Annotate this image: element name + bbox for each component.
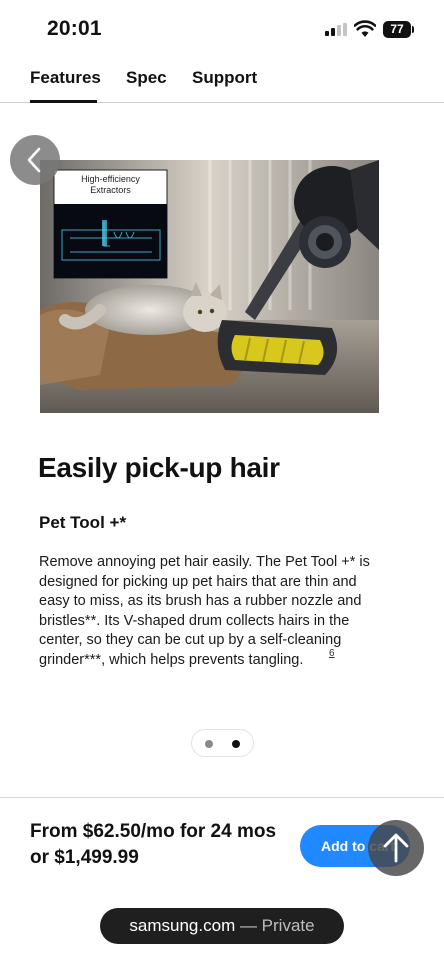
scroll-to-top-button[interactable] [368,820,424,876]
footnote-link[interactable]: 6 [329,648,335,659]
url-domain: samsung.com [129,916,240,935]
previous-slide-button[interactable] [10,135,60,185]
tab-bar: Features Spec Support [0,58,444,103]
carousel-indicator [191,729,254,757]
browser-address-bar[interactable]: samsung.com — Private [100,908,344,944]
inset-label-line2: Extractors [90,185,131,195]
tab-features[interactable]: Features [30,68,101,88]
feature-description: Remove annoying pet hair easily. The Pet… [39,554,370,668]
carousel-dot-2[interactable] [232,740,240,748]
cellular-signal-icon [325,23,347,36]
battery-level: 77 [390,22,404,36]
status-time: 20:01 [47,17,102,40]
feature-subhead: Pet Tool +* [39,513,127,532]
wifi-icon [354,20,376,37]
feature-headline: Easily pick-up hair [38,452,280,483]
product-image: High-efficiency Extractors [40,160,379,413]
chevron-left-icon [27,147,41,173]
active-tab-indicator [30,100,97,103]
private-mode-label: — Private [239,916,315,935]
arrow-up-icon [383,833,409,863]
price-text: From $62.50/mo for 24 mos or $1,499.99 [30,821,277,868]
battery-icon: 77 [383,21,414,38]
inset-label-line1: High-efficiency [81,174,140,184]
carousel-dot-1[interactable] [205,740,213,748]
status-bar: 20:01 77 [0,0,444,58]
tab-spec[interactable]: Spec [126,68,167,88]
tab-support[interactable]: Support [192,68,257,88]
